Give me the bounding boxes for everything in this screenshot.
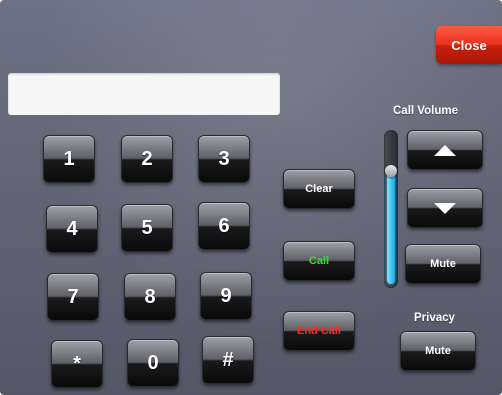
call-button[interactable]: Call bbox=[283, 241, 355, 281]
keypad-key-5[interactable]: 5 bbox=[121, 204, 173, 252]
keypad-key-star[interactable]: * bbox=[51, 340, 103, 388]
arrow-down-icon bbox=[434, 202, 456, 214]
keypad-key-2[interactable]: 2 bbox=[121, 135, 173, 183]
phone-panel: Close 1 2 3 4 5 6 7 8 9 * 0 # Clear Call… bbox=[0, 0, 502, 395]
keypad-key-4[interactable]: 4 bbox=[46, 205, 98, 253]
keypad-key-9[interactable]: 9 bbox=[200, 272, 252, 320]
dialed-number-field[interactable] bbox=[8, 73, 280, 115]
keypad-key-8[interactable]: 8 bbox=[124, 273, 176, 321]
keypad-key-3[interactable]: 3 bbox=[198, 135, 250, 183]
privacy-mute-button[interactable]: Mute bbox=[400, 331, 476, 371]
call-volume-label: Call Volume bbox=[393, 105, 458, 117]
privacy-label: Privacy bbox=[414, 312, 455, 324]
keypad-key-1[interactable]: 1 bbox=[43, 135, 95, 183]
volume-slider-handle[interactable] bbox=[385, 165, 397, 177]
end-call-button[interactable]: End Call bbox=[283, 311, 355, 351]
volume-mute-button[interactable]: Mute bbox=[405, 244, 481, 284]
keypad-key-6[interactable]: 6 bbox=[198, 202, 250, 250]
arrow-up-icon bbox=[434, 144, 456, 156]
volume-up-button[interactable] bbox=[407, 130, 483, 170]
close-button[interactable]: Close bbox=[436, 26, 502, 64]
keypad-key-0[interactable]: 0 bbox=[127, 339, 179, 387]
keypad-key-hash[interactable]: # bbox=[202, 336, 254, 384]
keypad-key-7[interactable]: 7 bbox=[47, 273, 99, 321]
volume-down-button[interactable] bbox=[407, 188, 483, 228]
volume-slider[interactable] bbox=[384, 130, 398, 288]
volume-slider-fill bbox=[387, 171, 395, 284]
clear-button[interactable]: Clear bbox=[283, 169, 355, 209]
